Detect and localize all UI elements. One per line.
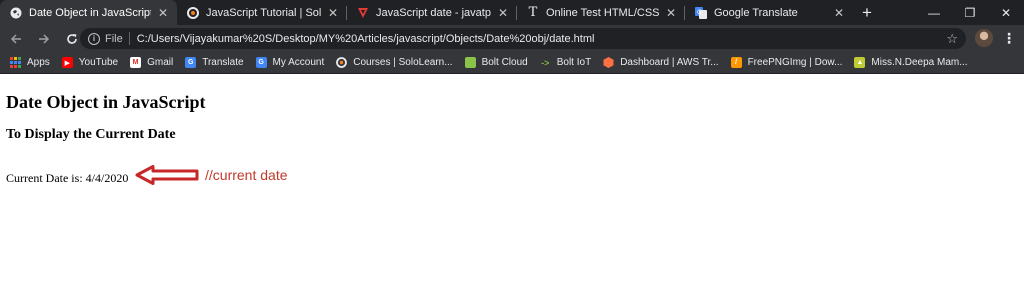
- window-controls: — ❐ ✕: [916, 0, 1024, 25]
- reload-icon: [67, 33, 77, 44]
- tab-title: Google Translate: [714, 6, 798, 19]
- bookmark-label: Miss.N.Deepa Mam...: [871, 57, 968, 68]
- google-translate-icon: G: [695, 6, 707, 19]
- tab-title: Online Test HTML/CSS/JavaScri: [546, 6, 659, 19]
- close-tab-icon[interactable]: ✕: [327, 6, 339, 20]
- freepng-icon: /: [730, 57, 742, 68]
- restore-button[interactable]: ❐: [952, 0, 988, 25]
- bookmark-youtube[interactable]: ▶ YouTube: [61, 57, 119, 68]
- bookmark-gmail[interactable]: M Gmail: [130, 57, 173, 68]
- close-tab-icon[interactable]: ✕: [665, 6, 677, 20]
- forward-button[interactable]: [32, 27, 56, 51]
- bookmark-label: YouTube: [78, 57, 119, 68]
- browser-toolbar: i File C:/Users/Vijayakumar%20S/Desktop/…: [0, 25, 1024, 52]
- close-tab-icon[interactable]: ✕: [497, 6, 509, 20]
- tab-sololearn[interactable]: JavaScript Tutorial | SoloLearn: ✕: [177, 0, 347, 25]
- bookmark-label: Dashboard | AWS Tr...: [620, 57, 719, 68]
- new-tab-button[interactable]: +: [853, 0, 881, 25]
- tab-online-test[interactable]: T Online Test HTML/CSS/JavaScri ✕: [517, 0, 685, 25]
- tab-javatpoint[interactable]: JavaScript date - javatpoint ✕: [347, 0, 517, 25]
- bookmark-label: Courses | SoloLearn...: [353, 57, 453, 68]
- back-arrow-icon: [10, 33, 21, 44]
- scheme-label: File: [105, 32, 123, 45]
- bookmark-aws-dashboard[interactable]: Dashboard | AWS Tr...: [603, 57, 719, 68]
- bookmark-label: Bolt Cloud: [481, 57, 528, 68]
- youtube-icon: ▶: [61, 57, 73, 68]
- bookmark-label: Bolt IoT: [556, 57, 592, 68]
- bookmark-label: My Account: [272, 57, 325, 68]
- bookmarks-bar: Apps ▶ YouTube M Gmail G Translate G My …: [0, 52, 1024, 74]
- bookmark-label: Gmail: [147, 57, 174, 68]
- sololearn-icon: [187, 6, 199, 19]
- bookmark-deepa[interactable]: ▲ Miss.N.Deepa Mam...: [854, 57, 968, 68]
- menu-dots-icon[interactable]: ⋮: [1002, 29, 1016, 47]
- minimize-button[interactable]: —: [916, 0, 952, 25]
- bookmark-freepngimg[interactable]: / FreePNGImg | Dow...: [730, 57, 843, 68]
- info-icon[interactable]: i: [88, 32, 100, 45]
- bolt-cloud-icon: [464, 57, 476, 68]
- close-tab-icon[interactable]: ✕: [833, 6, 845, 20]
- sololearn-icon: [336, 57, 348, 68]
- gmail-icon: M: [130, 57, 142, 68]
- address-bar[interactable]: i File C:/Users/Vijayakumar%20S/Desktop/…: [80, 28, 966, 49]
- translate-icon: G: [185, 57, 197, 68]
- annotation-label: //current date: [205, 167, 288, 183]
- tab-strip: Date Object in JavaScript ✕ JavaScript T…: [0, 0, 1024, 25]
- omnibox-divider: [128, 32, 130, 45]
- close-tab-icon[interactable]: ✕: [157, 6, 169, 20]
- page-subheading: To Display the Current Date: [6, 127, 176, 142]
- globe-icon: [10, 7, 22, 19]
- bookmark-bolt-cloud[interactable]: Bolt Cloud: [464, 57, 528, 68]
- current-date-text: Current Date is: 4/4/2020: [6, 171, 129, 185]
- bookmark-sololearn[interactable]: Courses | SoloLearn...: [336, 57, 453, 68]
- tab-google-translate[interactable]: G Google Translate ✕: [685, 0, 853, 25]
- bookmark-apps[interactable]: Apps: [10, 57, 50, 68]
- image-icon: ▲: [854, 57, 866, 68]
- close-window-button[interactable]: ✕: [988, 0, 1024, 25]
- bookmark-my-account[interactable]: G My Account: [255, 57, 325, 68]
- text-cursor-icon: T: [528, 5, 538, 20]
- bookmark-label: Apps: [27, 57, 50, 68]
- bookmark-translate[interactable]: G Translate: [185, 57, 244, 68]
- forward-arrow-icon: [39, 33, 50, 44]
- svg-text:G: G: [697, 9, 702, 16]
- tab-title: JavaScript date - javatpoint: [376, 6, 491, 19]
- bookmark-label: FreePNGImg | Dow...: [747, 57, 843, 68]
- annotation-arrow-icon: [135, 165, 199, 185]
- url-text[interactable]: C:/Users/Vijayakumar%20S/Desktop/MY%20Ar…: [137, 33, 947, 45]
- google-account-icon: G: [255, 57, 267, 68]
- tab-title: Date Object in JavaScript: [29, 6, 151, 19]
- profile-avatar[interactable]: [975, 29, 993, 47]
- apps-grid-icon: [10, 57, 21, 68]
- bolt-iot-icon: ->: [541, 57, 550, 68]
- back-button[interactable]: [4, 27, 28, 51]
- tab-title: JavaScript Tutorial | SoloLearn:: [206, 6, 321, 19]
- page-content: Date Object in JavaScript To Display the…: [0, 75, 1024, 308]
- tab-date-object[interactable]: Date Object in JavaScript ✕: [0, 0, 177, 25]
- bookmark-star-icon[interactable]: ☆: [946, 31, 958, 47]
- bookmark-bolt-iot[interactable]: -> Bolt IoT: [540, 57, 591, 68]
- javatpoint-icon: [357, 7, 369, 19]
- bookmark-label: Translate: [202, 57, 244, 68]
- page-heading: Date Object in JavaScript: [6, 92, 206, 112]
- aws-icon: [603, 57, 614, 68]
